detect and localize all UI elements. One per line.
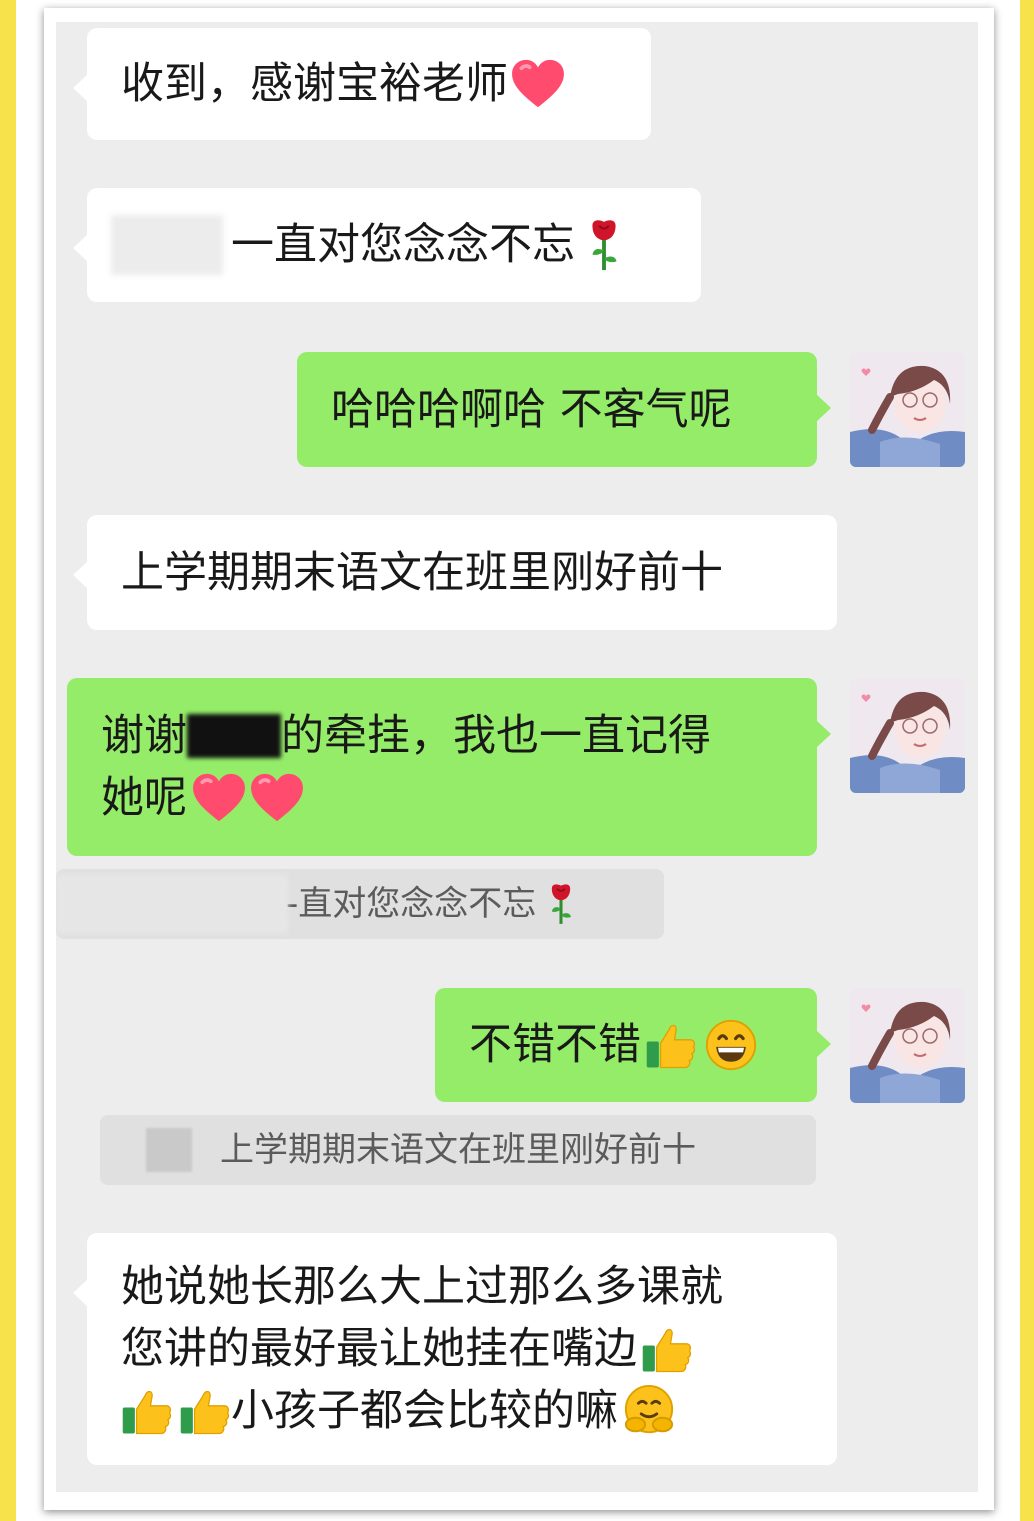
heart-icon bbox=[510, 59, 566, 109]
message-bubble-outgoing[interactable]: 哈哈哈啊哈 不客气呢 bbox=[297, 352, 831, 467]
redacted-region bbox=[56, 874, 288, 934]
thumbs-up-icon bbox=[641, 1324, 693, 1374]
heart-icon bbox=[191, 773, 247, 823]
rose-icon bbox=[587, 218, 621, 272]
thumbs-up-icon bbox=[645, 1020, 697, 1070]
message-text: 的牵挂，我也一直记得 bbox=[281, 711, 711, 761]
thumbs-up-icon bbox=[179, 1386, 231, 1436]
message-text: 她呢 bbox=[101, 773, 187, 823]
left-frame-border bbox=[0, 0, 16, 1521]
message-bubble-incoming[interactable]: 上学期期末语文在班里刚好前十 bbox=[73, 515, 837, 630]
message-text: 她说她长那么大上过那么多课就 bbox=[121, 1262, 723, 1312]
message-text: 哈哈哈啊哈 不客气呢 bbox=[331, 384, 732, 435]
right-frame-border bbox=[1020, 0, 1034, 1521]
quoted-reply[interactable]: 上学期期末语文在班里刚好前十 bbox=[100, 1115, 816, 1185]
message-bubble-outgoing[interactable]: 谢谢 的牵挂，我也一直记得 她呢 bbox=[67, 678, 831, 856]
message-text: 您讲的最好最让她挂在嘴边 bbox=[121, 1324, 637, 1374]
message-text: 谢谢 bbox=[101, 711, 187, 761]
redacted-name bbox=[187, 714, 281, 758]
message-bubble-incoming[interactable]: 她说她长那么大上过那么多课就 您讲的最好最让她挂在嘴边 小孩子都会比较的嘛 bbox=[73, 1233, 837, 1465]
message-text: 上学期期末语文在班里刚好前十 bbox=[121, 547, 723, 598]
avatar[interactable] bbox=[850, 988, 965, 1103]
redacted-region bbox=[111, 215, 223, 275]
message-bubble-incoming[interactable]: 收到，感谢宝裕老师 bbox=[73, 28, 651, 140]
avatar[interactable] bbox=[850, 678, 965, 793]
avatar[interactable] bbox=[850, 352, 965, 467]
message-text: 小孩子都会比较的嘛 bbox=[231, 1386, 618, 1436]
grinning-face-icon bbox=[705, 1019, 757, 1071]
avatar-image bbox=[850, 988, 965, 1103]
heart-icon bbox=[249, 773, 305, 823]
message-text: 收到，感谢宝裕老师 bbox=[121, 59, 508, 109]
chat-area[interactable]: 收到，感谢宝裕老师 一直对您念念不忘 哈哈哈啊哈 不客气呢 上学期期末语文在班里… bbox=[56, 22, 978, 1492]
quoted-text: 上学期期末语文在班里刚好前十 bbox=[220, 1130, 696, 1170]
message-text: 一直对您念念不忘 bbox=[231, 220, 575, 270]
thumbs-up-icon bbox=[121, 1386, 173, 1436]
message-bubble-outgoing[interactable]: 不错不错 bbox=[435, 988, 831, 1102]
quoted-text: -直对您念念不忘 bbox=[286, 884, 537, 924]
rose-icon bbox=[548, 882, 574, 926]
avatar-image bbox=[850, 352, 965, 467]
redacted-region bbox=[146, 1128, 192, 1172]
message-bubble-incoming[interactable]: 一直对您念念不忘 bbox=[73, 188, 701, 302]
message-text: 不错不错 bbox=[469, 1020, 641, 1070]
quoted-reply[interactable]: -直对您念念不忘 bbox=[56, 869, 664, 939]
hugging-face-icon bbox=[622, 1384, 676, 1438]
avatar-image bbox=[850, 678, 965, 793]
